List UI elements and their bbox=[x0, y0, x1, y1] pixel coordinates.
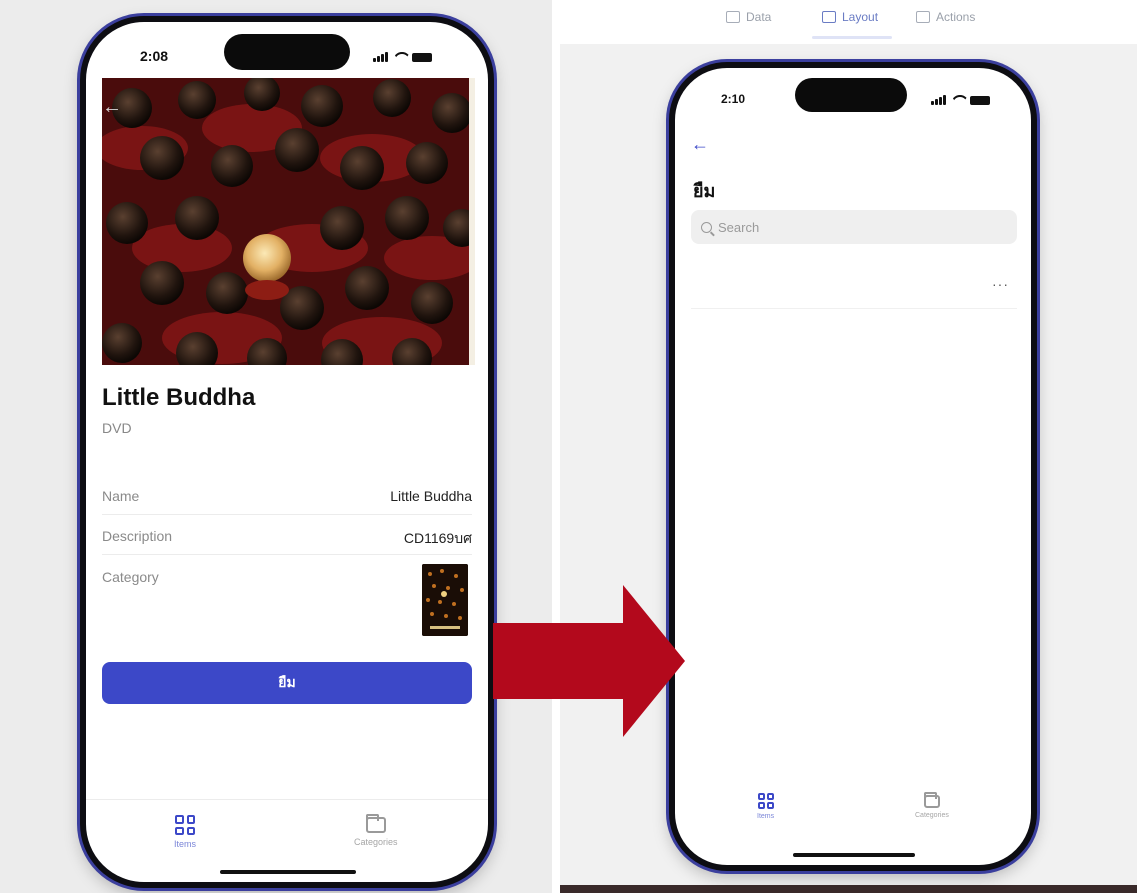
status-icons bbox=[373, 52, 432, 62]
actions-icon bbox=[916, 11, 930, 23]
field-value: CD1169บศ bbox=[403, 530, 472, 546]
field-label: Category bbox=[102, 569, 159, 585]
signal-icon bbox=[931, 95, 946, 105]
field-label: Name bbox=[102, 488, 140, 504]
category-thumbnail[interactable] bbox=[422, 564, 468, 636]
layout-icon bbox=[822, 11, 836, 23]
phone-detail-screen: 2:08 ← Little Buddha DVD Name Little Bud… bbox=[80, 16, 494, 888]
divider bbox=[102, 514, 472, 515]
divider bbox=[102, 554, 472, 555]
back-arrow-icon[interactable]: ← bbox=[691, 134, 709, 155]
toolbar-tab-layout[interactable]: Layout bbox=[822, 10, 878, 24]
search-icon bbox=[701, 221, 712, 233]
toolbar-active-indicator bbox=[812, 36, 892, 39]
tab-categories[interactable]: Categories bbox=[915, 792, 949, 819]
tab-label: Items bbox=[174, 839, 197, 849]
database-icon bbox=[726, 11, 740, 23]
toolbar-tab-label: Data bbox=[746, 10, 772, 24]
status-icons bbox=[931, 95, 990, 105]
tab-label: Items bbox=[757, 813, 775, 820]
back-arrow-icon[interactable]: ← bbox=[102, 96, 122, 119]
folder-icon bbox=[365, 814, 386, 833]
borrow-button[interactable]: ยืม bbox=[102, 662, 472, 704]
list-title: ยืม bbox=[693, 181, 716, 201]
tabbar-divider bbox=[86, 799, 488, 800]
folder-icon bbox=[923, 792, 940, 808]
field-value: Little Buddha bbox=[390, 488, 472, 504]
transition-arrow-icon bbox=[493, 585, 685, 737]
status-time: 2:10 bbox=[721, 92, 746, 106]
dynamic-island bbox=[795, 78, 907, 112]
monks-crowd-image bbox=[102, 78, 475, 365]
item-subtitle: DVD bbox=[102, 420, 132, 436]
toolbar-tab-actions[interactable]: Actions bbox=[916, 10, 975, 24]
list-divider bbox=[691, 308, 1017, 309]
tab-items[interactable]: Items bbox=[174, 815, 196, 849]
grid-icon bbox=[757, 793, 774, 809]
signal-icon bbox=[373, 52, 388, 62]
item-title: Little Buddha bbox=[102, 384, 256, 411]
toolbar-tab-label: Actions bbox=[936, 10, 976, 24]
grid-icon bbox=[175, 815, 195, 835]
more-options-icon[interactable]: ··· bbox=[992, 276, 1009, 292]
field-row-description: Description CD1169บศ bbox=[102, 528, 472, 550]
wifi-icon bbox=[393, 52, 407, 62]
battery-icon bbox=[411, 52, 432, 62]
toolbar-tab-label: Layout bbox=[842, 10, 879, 24]
search-placeholder: Search bbox=[718, 219, 760, 235]
field-row-name: Name Little Buddha bbox=[102, 488, 472, 504]
phone-list-screen: 2:10 ← ยืม Search ··· Items Categories bbox=[669, 62, 1037, 871]
tab-categories[interactable]: Categories bbox=[354, 814, 398, 847]
wifi-icon bbox=[951, 95, 965, 105]
toolbar-tab-data[interactable]: Data bbox=[726, 10, 771, 24]
dynamic-island bbox=[224, 34, 350, 70]
battery-icon bbox=[969, 95, 990, 105]
field-label: Description bbox=[102, 528, 173, 544]
field-row-category: Category bbox=[102, 569, 472, 585]
category-poster-image bbox=[422, 564, 468, 636]
movie-poster-image bbox=[102, 78, 475, 365]
tab-label: Categories bbox=[915, 812, 949, 819]
search-input[interactable]: Search bbox=[691, 210, 1017, 244]
tab-label: Categories bbox=[354, 837, 398, 847]
bottom-edge bbox=[560, 885, 1137, 893]
home-indicator bbox=[793, 853, 915, 857]
home-indicator bbox=[220, 870, 356, 874]
status-time: 2:08 bbox=[140, 48, 169, 64]
tab-items[interactable]: Items bbox=[757, 793, 774, 820]
